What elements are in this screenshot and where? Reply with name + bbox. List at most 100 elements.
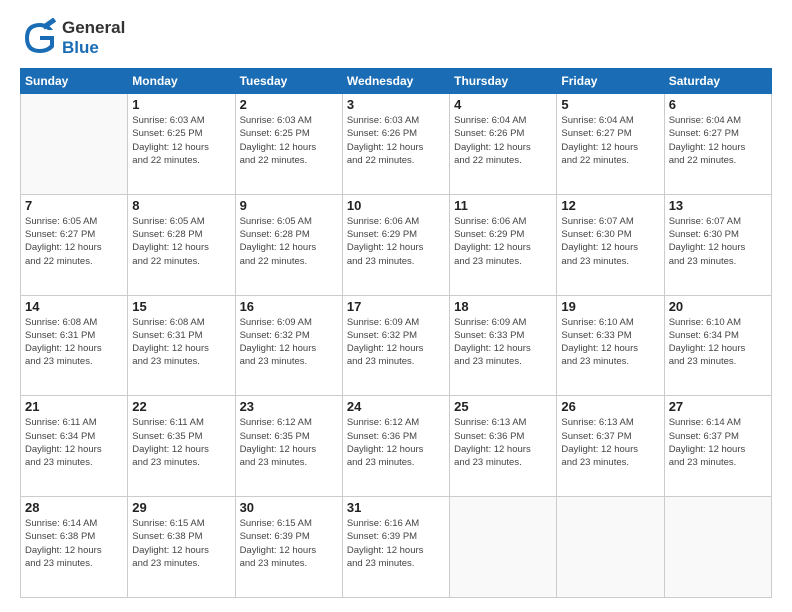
day-info: Sunrise: 6:04 AMSunset: 6:27 PMDaylight:… bbox=[561, 114, 659, 167]
day-info: Sunrise: 6:09 AMSunset: 6:32 PMDaylight:… bbox=[347, 316, 445, 369]
calendar-header-row: Sunday Monday Tuesday Wednesday Thursday… bbox=[21, 69, 772, 94]
day-number: 31 bbox=[347, 500, 445, 515]
table-row: 23 Sunrise: 6:12 AMSunset: 6:35 PMDayligh… bbox=[235, 396, 342, 497]
day-number: 14 bbox=[25, 299, 123, 314]
day-info: Sunrise: 6:07 AMSunset: 6:30 PMDaylight:… bbox=[669, 215, 767, 268]
day-number: 9 bbox=[240, 198, 338, 213]
day-info: Sunrise: 6:13 AMSunset: 6:36 PMDaylight:… bbox=[454, 416, 552, 469]
table-row: 16 Sunrise: 6:09 AMSunset: 6:32 PMDayligh… bbox=[235, 295, 342, 396]
day-info: Sunrise: 6:06 AMSunset: 6:29 PMDaylight:… bbox=[454, 215, 552, 268]
table-row: 29 Sunrise: 6:15 AMSunset: 6:38 PMDayligh… bbox=[128, 497, 235, 598]
day-info: Sunrise: 6:15 AMSunset: 6:39 PMDaylight:… bbox=[240, 517, 338, 570]
calendar-week-row: 1Sunrise: 6:03 AMSunset: 6:25 PMDaylight… bbox=[21, 94, 772, 195]
col-wednesday: Wednesday bbox=[342, 69, 449, 94]
day-number: 7 bbox=[25, 198, 123, 213]
day-info: Sunrise: 6:10 AMSunset: 6:34 PMDaylight:… bbox=[669, 316, 767, 369]
day-number: 25 bbox=[454, 399, 552, 414]
day-number: 4 bbox=[454, 97, 552, 112]
day-info: Sunrise: 6:15 AMSunset: 6:38 PMDaylight:… bbox=[132, 517, 230, 570]
table-row: 30 Sunrise: 6:15 AMSunset: 6:39 PMDayligh… bbox=[235, 497, 342, 598]
calendar-week-row: 14 Sunrise: 6:08 AMSunset: 6:31 PMDayligh… bbox=[21, 295, 772, 396]
table-row: 20 Sunrise: 6:10 AMSunset: 6:34 PMDayligh… bbox=[664, 295, 771, 396]
table-row: 10 Sunrise: 6:06 AMSunset: 6:29 PMDayligh… bbox=[342, 194, 449, 295]
col-saturday: Saturday bbox=[664, 69, 771, 94]
table-row: 27 Sunrise: 6:14 AMSunset: 6:37 PMDayligh… bbox=[664, 396, 771, 497]
table-row: 18 Sunrise: 6:09 AMSunset: 6:33 PMDayligh… bbox=[450, 295, 557, 396]
table-row: 28 Sunrise: 6:14 AMSunset: 6:38 PMDayligh… bbox=[21, 497, 128, 598]
header: General Blue bbox=[20, 18, 772, 58]
table-row: 24 Sunrise: 6:12 AMSunset: 6:36 PMDayligh… bbox=[342, 396, 449, 497]
table-row: 15 Sunrise: 6:08 AMSunset: 6:31 PMDayligh… bbox=[128, 295, 235, 396]
col-sunday: Sunday bbox=[21, 69, 128, 94]
day-number: 30 bbox=[240, 500, 338, 515]
calendar-week-row: 28 Sunrise: 6:14 AMSunset: 6:38 PMDayligh… bbox=[21, 497, 772, 598]
table-row: 25 Sunrise: 6:13 AMSunset: 6:36 PMDayligh… bbox=[450, 396, 557, 497]
table-row: 6 Sunrise: 6:04 AMSunset: 6:27 PMDaylight… bbox=[664, 94, 771, 195]
day-number: 28 bbox=[25, 500, 123, 515]
calendar-week-row: 7Sunrise: 6:05 AMSunset: 6:27 PMDaylight… bbox=[21, 194, 772, 295]
table-row: 14 Sunrise: 6:08 AMSunset: 6:31 PMDayligh… bbox=[21, 295, 128, 396]
day-number: 27 bbox=[669, 399, 767, 414]
day-number: 18 bbox=[454, 299, 552, 314]
table-row bbox=[21, 94, 128, 195]
day-info: Sunrise: 6:08 AMSunset: 6:31 PMDaylight:… bbox=[25, 316, 123, 369]
day-info: Sunrise: 6:06 AMSunset: 6:29 PMDaylight:… bbox=[347, 215, 445, 268]
day-info: Sunrise: 6:13 AMSunset: 6:37 PMDaylight:… bbox=[561, 416, 659, 469]
day-number: 22 bbox=[132, 399, 230, 414]
calendar-table: Sunday Monday Tuesday Wednesday Thursday… bbox=[20, 68, 772, 598]
day-info: Sunrise: 6:04 AMSunset: 6:27 PMDaylight:… bbox=[669, 114, 767, 167]
col-friday: Friday bbox=[557, 69, 664, 94]
table-row: 22 Sunrise: 6:11 AMSunset: 6:35 PMDayligh… bbox=[128, 396, 235, 497]
day-number: 19 bbox=[561, 299, 659, 314]
day-number: 13 bbox=[669, 198, 767, 213]
table-row: 7Sunrise: 6:05 AMSunset: 6:27 PMDaylight… bbox=[21, 194, 128, 295]
table-row: 1Sunrise: 6:03 AMSunset: 6:25 PMDaylight… bbox=[128, 94, 235, 195]
col-tuesday: Tuesday bbox=[235, 69, 342, 94]
day-info: Sunrise: 6:12 AMSunset: 6:35 PMDaylight:… bbox=[240, 416, 338, 469]
table-row: 26 Sunrise: 6:13 AMSunset: 6:37 PMDayligh… bbox=[557, 396, 664, 497]
day-info: Sunrise: 6:03 AMSunset: 6:26 PMDaylight:… bbox=[347, 114, 445, 167]
day-number: 6 bbox=[669, 97, 767, 112]
day-number: 5 bbox=[561, 97, 659, 112]
day-number: 24 bbox=[347, 399, 445, 414]
day-info: Sunrise: 6:07 AMSunset: 6:30 PMDaylight:… bbox=[561, 215, 659, 268]
table-row: 8Sunrise: 6:05 AMSunset: 6:28 PMDaylight… bbox=[128, 194, 235, 295]
day-number: 12 bbox=[561, 198, 659, 213]
day-number: 26 bbox=[561, 399, 659, 414]
day-info: Sunrise: 6:14 AMSunset: 6:37 PMDaylight:… bbox=[669, 416, 767, 469]
table-row: 3Sunrise: 6:03 AMSunset: 6:26 PMDaylight… bbox=[342, 94, 449, 195]
table-row: 5 Sunrise: 6:04 AMSunset: 6:27 PMDaylight… bbox=[557, 94, 664, 195]
table-row bbox=[450, 497, 557, 598]
day-number: 15 bbox=[132, 299, 230, 314]
day-number: 23 bbox=[240, 399, 338, 414]
day-number: 1 bbox=[132, 97, 230, 112]
day-info: Sunrise: 6:12 AMSunset: 6:36 PMDaylight:… bbox=[347, 416, 445, 469]
calendar-week-row: 21 Sunrise: 6:11 AMSunset: 6:34 PMDayligh… bbox=[21, 396, 772, 497]
day-info: Sunrise: 6:08 AMSunset: 6:31 PMDaylight:… bbox=[132, 316, 230, 369]
table-row: 31 Sunrise: 6:16 AMSunset: 6:39 PMDayligh… bbox=[342, 497, 449, 598]
table-row bbox=[557, 497, 664, 598]
day-info: Sunrise: 6:10 AMSunset: 6:33 PMDaylight:… bbox=[561, 316, 659, 369]
page: General Blue Sunday Monday Tuesday Wedne… bbox=[0, 0, 792, 612]
day-number: 21 bbox=[25, 399, 123, 414]
day-number: 11 bbox=[454, 198, 552, 213]
day-number: 29 bbox=[132, 500, 230, 515]
col-monday: Monday bbox=[128, 69, 235, 94]
day-info: Sunrise: 6:05 AMSunset: 6:28 PMDaylight:… bbox=[240, 215, 338, 268]
day-number: 16 bbox=[240, 299, 338, 314]
day-number: 20 bbox=[669, 299, 767, 314]
day-info: Sunrise: 6:11 AMSunset: 6:34 PMDaylight:… bbox=[25, 416, 123, 469]
table-row: 19 Sunrise: 6:10 AMSunset: 6:33 PMDayligh… bbox=[557, 295, 664, 396]
table-row: 17Sunrise: 6:09 AMSunset: 6:32 PMDayligh… bbox=[342, 295, 449, 396]
table-row: 4Sunrise: 6:04 AMSunset: 6:26 PMDaylight… bbox=[450, 94, 557, 195]
day-info: Sunrise: 6:09 AMSunset: 6:32 PMDaylight:… bbox=[240, 316, 338, 369]
table-row bbox=[664, 497, 771, 598]
day-info: Sunrise: 6:16 AMSunset: 6:39 PMDaylight:… bbox=[347, 517, 445, 570]
day-info: Sunrise: 6:14 AMSunset: 6:38 PMDaylight:… bbox=[25, 517, 123, 570]
logo: General Blue bbox=[20, 18, 125, 58]
day-info: Sunrise: 6:09 AMSunset: 6:33 PMDaylight:… bbox=[454, 316, 552, 369]
day-number: 10 bbox=[347, 198, 445, 213]
day-info: Sunrise: 6:11 AMSunset: 6:35 PMDaylight:… bbox=[132, 416, 230, 469]
day-number: 2 bbox=[240, 97, 338, 112]
table-row: 2Sunrise: 6:03 AMSunset: 6:25 PMDaylight… bbox=[235, 94, 342, 195]
